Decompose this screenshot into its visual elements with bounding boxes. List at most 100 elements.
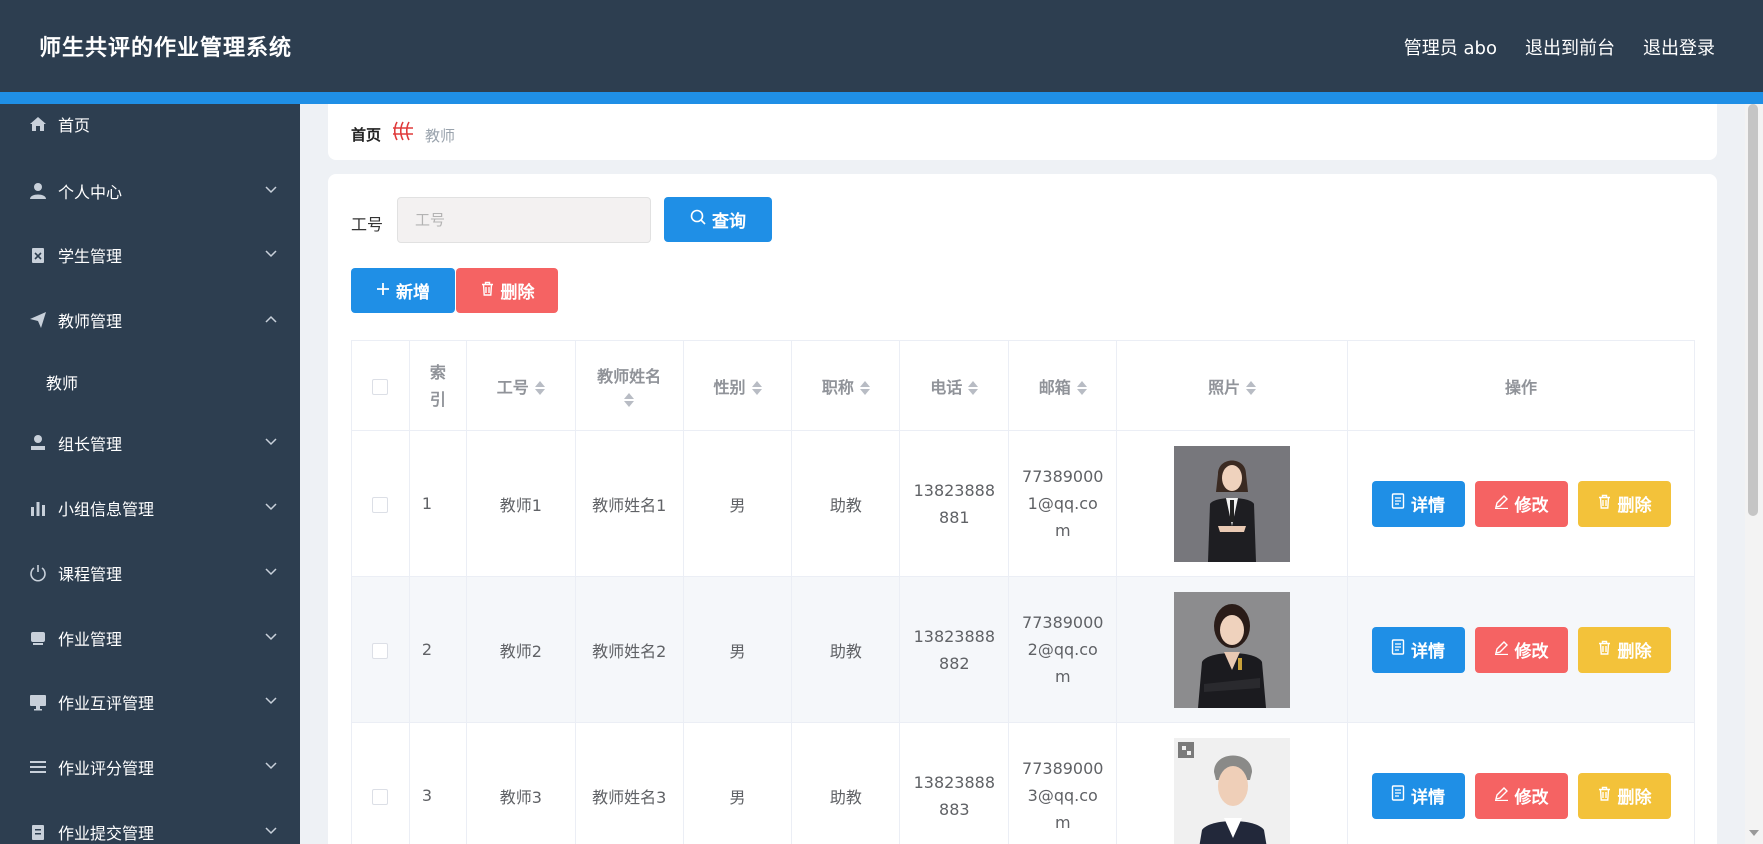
cell-phone: 13823888 881 bbox=[899, 430, 1010, 577]
sidebar-item-grading-mgmt[interactable]: 作业评分管理 bbox=[0, 747, 300, 787]
col-gender[interactable]: 性别 bbox=[682, 340, 793, 431]
pencil-icon bbox=[1494, 640, 1509, 660]
detail-button[interactable]: 详情 bbox=[1371, 626, 1465, 673]
col-email[interactable]: 邮箱 bbox=[1008, 340, 1118, 431]
row-checkbox[interactable] bbox=[372, 496, 389, 513]
exit-to-front-link[interactable]: 退出到前台 bbox=[1525, 34, 1615, 60]
cell-name: 教师姓名1 bbox=[574, 430, 684, 577]
sidebar-item-course-mgmt[interactable]: 课程管理 bbox=[0, 553, 300, 593]
sidebar-item-label: 作业提交管理 bbox=[58, 824, 155, 843]
clipboard-list-icon bbox=[28, 822, 48, 842]
cell-title: 助教 bbox=[791, 722, 901, 844]
sidebar-item-home[interactable]: 首页 bbox=[0, 104, 300, 144]
detail-button[interactable]: 详情 bbox=[1371, 772, 1465, 819]
select-all-checkbox[interactable] bbox=[372, 378, 389, 395]
teacher-photo[interactable] bbox=[1174, 591, 1291, 708]
cell-actions: 详情 修改 删除 bbox=[1347, 430, 1695, 577]
user-stamp-icon bbox=[28, 433, 48, 453]
detail-label: 详情 bbox=[1411, 788, 1446, 808]
teacher-photo[interactable] bbox=[1174, 737, 1291, 844]
chevron-down-icon bbox=[264, 824, 278, 838]
row-select-cell bbox=[351, 430, 410, 577]
document-icon bbox=[1391, 785, 1405, 806]
col-id[interactable]: 工号 bbox=[465, 340, 576, 431]
sidebar-item-label: 作业管理 bbox=[58, 630, 123, 649]
sidebar-item-label: 课程管理 bbox=[58, 565, 123, 584]
scroll-down-arrow-icon[interactable] bbox=[1749, 830, 1759, 836]
cell-email: 77389000 2@qq.co m bbox=[1008, 576, 1118, 723]
sidebar-item-teacher-mgmt[interactable]: 教师管理 bbox=[0, 300, 300, 340]
row-checkbox[interactable] bbox=[372, 788, 389, 805]
search-button-label: 查询 bbox=[712, 212, 746, 232]
detail-label: 详情 bbox=[1411, 496, 1446, 516]
batch-delete-button[interactable]: 删除 bbox=[456, 268, 558, 313]
table-header-row: 索引 工号 教师姓名 性别 职称 电话 邮箱 照片 操作 bbox=[351, 340, 1695, 431]
sort-icon[interactable] bbox=[859, 380, 870, 396]
sort-icon[interactable] bbox=[751, 380, 762, 396]
row-delete-button[interactable]: 删除 bbox=[1577, 480, 1671, 527]
scrollbar-thumb[interactable] bbox=[1748, 104, 1758, 516]
sidebar-item-group-info-mgmt[interactable]: 小组信息管理 bbox=[0, 488, 300, 528]
sidebar-item-submission-mgmt[interactable]: 作业提交管理 bbox=[0, 812, 300, 844]
search-input[interactable] bbox=[397, 197, 651, 243]
col-name[interactable]: 教师姓名 bbox=[574, 340, 684, 431]
delete-label: 删除 bbox=[1617, 642, 1652, 662]
col-index: 索引 bbox=[408, 340, 467, 431]
search-label: 工号 bbox=[351, 215, 384, 234]
search-button[interactable]: 查询 bbox=[664, 197, 772, 242]
cell-name: 教师姓名2 bbox=[574, 576, 684, 723]
row-delete-button[interactable]: 删除 bbox=[1577, 626, 1671, 673]
edit-button[interactable]: 修改 bbox=[1474, 480, 1568, 527]
breadcrumb-separator-icon bbox=[391, 119, 415, 143]
chevron-down-icon bbox=[264, 183, 278, 197]
cell-phone: 13823888 883 bbox=[899, 722, 1010, 844]
sidebar-item-label: 作业互评管理 bbox=[58, 694, 155, 713]
cell-phone: 13823888 882 bbox=[899, 576, 1010, 723]
sidebar-item-peer-review-mgmt[interactable]: 作业互评管理 bbox=[0, 682, 300, 722]
table-row: 3 教师3 教师姓名3 男 助教 13823888 883 77389000 3@q… bbox=[351, 722, 1695, 844]
sidebar-item-label: 小组信息管理 bbox=[58, 500, 155, 519]
chevron-up-icon bbox=[264, 312, 278, 326]
edit-button[interactable]: 修改 bbox=[1474, 772, 1568, 819]
edit-label: 修改 bbox=[1514, 642, 1549, 662]
cell-name: 教师姓名3 bbox=[574, 722, 684, 844]
detail-label: 详情 bbox=[1411, 642, 1446, 662]
cell-index: 1 bbox=[408, 430, 467, 577]
detail-button[interactable]: 详情 bbox=[1371, 480, 1465, 527]
cell-photo bbox=[1116, 576, 1349, 723]
sidebar-subitem-teacher[interactable]: 教师 bbox=[46, 370, 78, 394]
sort-icon[interactable] bbox=[624, 392, 635, 408]
sort-icon[interactable] bbox=[534, 380, 545, 396]
teacher-photo[interactable] bbox=[1174, 445, 1291, 562]
add-button[interactable]: 新增 bbox=[351, 268, 455, 313]
col-photo[interactable]: 照片 bbox=[1116, 340, 1349, 431]
sidebar-item-personal-center[interactable]: 个人中心 bbox=[0, 171, 300, 211]
cell-id: 教师3 bbox=[465, 722, 576, 844]
edit-button[interactable]: 修改 bbox=[1474, 626, 1568, 673]
select-all-cell bbox=[351, 340, 410, 431]
sidebar-item-student-mgmt[interactable]: 学生管理 bbox=[0, 235, 300, 275]
row-select-cell bbox=[351, 576, 410, 723]
breadcrumb-home[interactable]: 首页 bbox=[351, 124, 381, 145]
cell-index: 3 bbox=[408, 722, 467, 844]
user-icon bbox=[28, 181, 48, 201]
sidebar-item-label: 作业评分管理 bbox=[58, 759, 155, 778]
col-actions: 操作 bbox=[1347, 340, 1695, 431]
col-phone[interactable]: 电话 bbox=[899, 340, 1010, 431]
col-title[interactable]: 职称 bbox=[791, 340, 901, 431]
row-delete-button[interactable]: 删除 bbox=[1577, 772, 1671, 819]
logout-link[interactable]: 退出登录 bbox=[1643, 34, 1715, 60]
paper-plane-icon bbox=[28, 310, 48, 330]
sidebar-item-leader-mgmt[interactable]: 组长管理 bbox=[0, 423, 300, 463]
sidebar-item-homework-mgmt[interactable]: 作业管理 bbox=[0, 618, 300, 658]
sort-icon[interactable] bbox=[1076, 380, 1087, 396]
cell-actions: 详情 修改 删除 bbox=[1347, 722, 1695, 844]
current-user-link[interactable]: 管理员 abo bbox=[1404, 34, 1497, 60]
inbox-icon bbox=[28, 628, 48, 648]
sort-icon[interactable] bbox=[968, 380, 979, 396]
header-nav: 管理员 abo 退出到前台 退出登录 bbox=[1404, 34, 1715, 60]
document-icon bbox=[1391, 493, 1405, 514]
row-checkbox[interactable] bbox=[372, 642, 389, 659]
cell-gender: 男 bbox=[682, 722, 793, 844]
sort-icon[interactable] bbox=[1246, 380, 1257, 396]
